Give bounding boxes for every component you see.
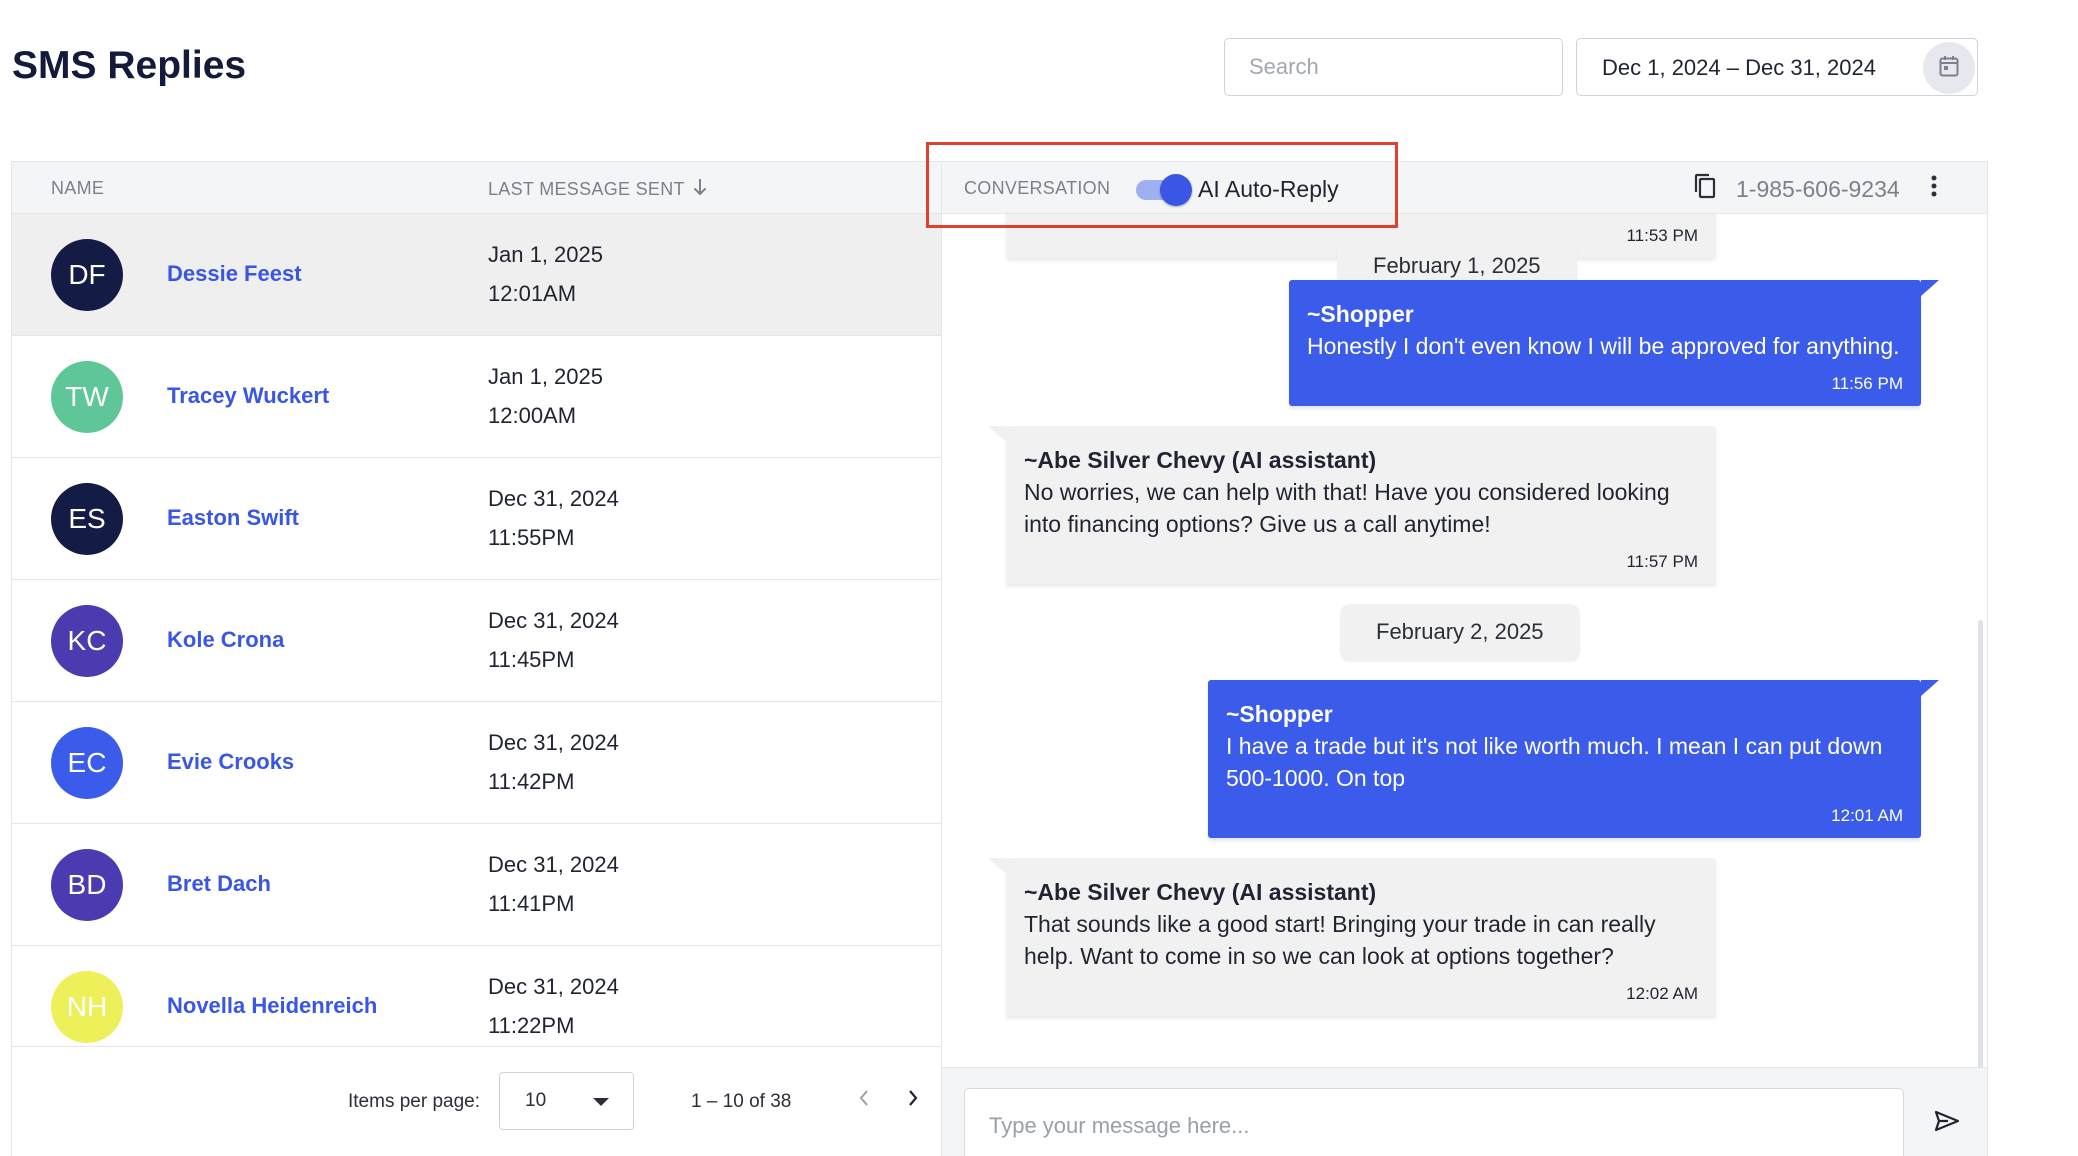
contact-name-link[interactable]: Novella Heidenreich	[167, 993, 377, 1019]
contact-name-link[interactable]: Evie Crooks	[167, 749, 294, 775]
table-row[interactable]: ES Easton Swift Dec 31, 2024 11:55PM	[12, 458, 941, 580]
table-header: NAME LAST MESSAGE SENT	[12, 162, 941, 214]
avatar: EC	[51, 727, 123, 799]
caret-down-icon	[593, 1098, 609, 1106]
last-message-date: Dec 31, 2024	[488, 730, 619, 755]
send-button[interactable]	[1930, 1106, 1964, 1140]
contact-name-link[interactable]: Dessie Feest	[167, 261, 302, 287]
contact-name-link[interactable]: Bret Dach	[167, 871, 271, 897]
last-message-date: Jan 1, 2025	[488, 242, 603, 267]
message-sender: ~Shopper	[1307, 301, 1414, 327]
send-icon	[1934, 1110, 1960, 1137]
page-range-label: 1 – 10 of 38	[691, 1091, 792, 1112]
items-per-page-label: Items per page:	[348, 1091, 481, 1112]
date-divider: February 2, 2025	[1340, 604, 1580, 660]
last-message-time: 11:41PM	[488, 891, 575, 916]
message-bubble-outgoing: ~Shopper Honestly I don't even know I wi…	[1289, 280, 1939, 406]
table-row[interactable]: EC Evie Crooks Dec 31, 2024 11:42PM	[12, 702, 941, 824]
conversation-panel: CONVERSATION AI Auto-Reply 1-985-606-923…	[942, 161, 1988, 1156]
message-time: 11:57 PM	[1626, 552, 1698, 571]
message-bubble-incoming: ~Abe Silver Chevy (AI assistant) That so…	[988, 858, 1716, 1016]
message-time: 11:53 PM	[1626, 226, 1698, 245]
contact-name-link[interactable]: Kole Crona	[167, 627, 284, 653]
date-range-picker[interactable]: Dec 1, 2024 – Dec 31, 2024	[1576, 38, 1978, 96]
column-header-last-message-label: LAST MESSAGE SENT	[488, 179, 685, 199]
search-input[interactable]	[1225, 39, 1562, 95]
table-row[interactable]: KC Kole Crona Dec 31, 2024 11:45PM	[12, 580, 941, 702]
message-input[interactable]	[964, 1088, 1904, 1156]
calendar-button[interactable]	[1923, 42, 1975, 94]
table-row[interactable]: DF Dessie Feest Jan 1, 2025 12:01AM	[12, 214, 941, 336]
last-message-date: Dec 31, 2024	[488, 974, 619, 999]
next-page-button[interactable]	[898, 1085, 928, 1115]
search-box[interactable]	[1224, 38, 1563, 96]
chevron-right-icon	[907, 1089, 919, 1112]
avatar: BD	[51, 849, 123, 921]
last-message-time: 11:45PM	[488, 647, 575, 672]
ai-auto-reply-label: AI Auto-Reply	[1198, 176, 1339, 202]
table-row[interactable]: NH Novella Heidenreich Dec 31, 2024 11:2…	[12, 946, 941, 1046]
last-message-time: 12:01AM	[488, 281, 577, 306]
last-message-time: 11:42PM	[488, 769, 575, 794]
message-text: I have a trade but it's not like worth m…	[1226, 733, 1883, 791]
message-sender: ~Abe Silver Chevy (AI assistant)	[1024, 879, 1377, 905]
last-message-time: 11:22PM	[488, 1013, 575, 1038]
message-bubble-incoming: ~Abe Silver Chevy (AI assistant) No worr…	[988, 426, 1716, 584]
message-bubble-outgoing: ~Shopper I have a trade but it's not lik…	[1208, 680, 1939, 838]
last-message-date: Jan 1, 2025	[488, 364, 603, 389]
avatar: DF	[51, 239, 123, 311]
paginator: Items per page: 10 1 – 10 of 38	[12, 1046, 941, 1156]
contact-name-link[interactable]: Tracey Wuckert	[167, 383, 329, 409]
avatar: KC	[51, 605, 123, 677]
toggle-knob	[1160, 174, 1192, 206]
message-composer	[942, 1067, 1987, 1156]
table-row[interactable]: BD Bret Dach Dec 31, 2024 11:41PM	[12, 824, 941, 946]
last-message-date: Dec 31, 2024	[488, 608, 619, 633]
conversation-header: CONVERSATION AI Auto-Reply 1-985-606-923…	[942, 162, 1987, 214]
last-message-date: Dec 31, 2024	[488, 852, 619, 877]
last-message-date: Dec 31, 2024	[488, 486, 619, 511]
copy-icon	[1693, 173, 1717, 204]
more-options-button[interactable]	[1922, 173, 1946, 203]
chevron-left-icon	[858, 1089, 870, 1112]
avatar: TW	[51, 361, 123, 433]
last-message-time: 11:55PM	[488, 525, 575, 550]
contacts-table: NAME LAST MESSAGE SENT DF Dessie Feest J…	[11, 161, 942, 1156]
table-row[interactable]: TW Tracey Wuckert Jan 1, 2025 12:00AM	[12, 336, 941, 458]
more-vertical-icon	[1931, 175, 1937, 202]
table-body: DF Dessie Feest Jan 1, 2025 12:01AM TW T…	[12, 214, 941, 1046]
message-sender: ~Abe Silver Chevy (AI assistant)	[1024, 447, 1377, 473]
copy-phone-button[interactable]	[1690, 173, 1720, 203]
calendar-icon	[1939, 55, 1959, 82]
scrollbar[interactable]	[1978, 620, 1983, 1067]
contact-name-link[interactable]: Easton Swift	[167, 505, 299, 531]
message-thread[interactable]: 11:53 PM February 1, 2025 ~Shopper Hones…	[942, 214, 1987, 1067]
date-range-value[interactable]: Dec 1, 2024 – Dec 31, 2024	[1602, 55, 1876, 81]
message-text: No worries, we can help with that! Have …	[1024, 479, 1670, 537]
ai-auto-reply-toggle[interactable]	[1134, 174, 1192, 206]
items-per-page-value: 10	[525, 1090, 547, 1111]
phone-number: 1-985-606-9234	[1736, 176, 1900, 202]
message-text: Honestly I don't even know I will be app…	[1307, 333, 1900, 359]
message-time: 11:56 PM	[1831, 374, 1903, 393]
page-title: SMS Replies	[12, 44, 247, 87]
items-per-page-select[interactable]: 10	[499, 1072, 634, 1130]
previous-page-button[interactable]	[849, 1085, 879, 1115]
column-header-last-message[interactable]: LAST MESSAGE SENT	[488, 178, 707, 201]
arrow-down-icon	[693, 178, 707, 201]
conversation-label: CONVERSATION	[964, 178, 1111, 198]
message-text: That sounds like a good start! Bringing …	[1024, 911, 1656, 969]
last-message-time: 12:00AM	[488, 403, 577, 428]
message-sender: ~Shopper	[1226, 701, 1333, 727]
message-time: 12:01 AM	[1831, 806, 1903, 825]
message-time: 12:02 AM	[1626, 984, 1698, 1003]
avatar: ES	[51, 483, 123, 555]
column-header-name[interactable]: NAME	[51, 178, 104, 199]
avatar: NH	[51, 971, 123, 1043]
